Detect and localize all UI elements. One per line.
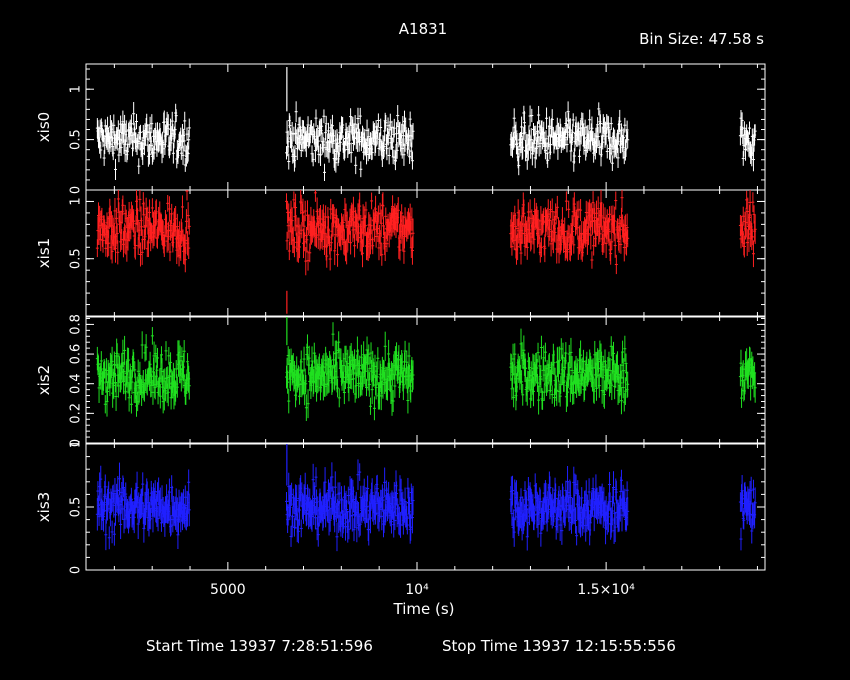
light-curve-plot: A1831 Bin Size: 47.58 s 0 0.5 1 xis0 0.5 1 xis… <box>35 20 766 655</box>
y-axis-label: xis2 <box>35 365 53 395</box>
y-tick-label: 0.6 <box>69 344 84 365</box>
y-tick-label: 1 <box>69 197 84 205</box>
panels: 00.51xis00.51xis100.20.40.60.8xis200.51x… <box>35 63 766 574</box>
y-tick-label: 0 <box>69 566 84 574</box>
y-tick-label: 0.5 <box>69 129 84 150</box>
y-tick-label: 0.5 <box>69 248 84 269</box>
y-tick-label: 0.4 <box>69 373 84 394</box>
panel-xis0: 0 0.5 1 xis0 <box>35 63 766 194</box>
panel-frame <box>85 63 766 191</box>
y-tick-label: 0.2 <box>69 403 84 424</box>
bin-size-label: Bin Size: 47.58 s <box>639 30 764 48</box>
y-axis-label: xis0 <box>35 112 53 142</box>
y-axis-label: xis3 <box>35 492 53 522</box>
series-xis1 <box>95 190 757 314</box>
y-tick-label: 0.8 <box>69 314 84 335</box>
y-tick-label: 1 <box>69 85 84 93</box>
y-tick-label: 0.5 <box>69 497 84 518</box>
y-tick-label: 1 <box>69 440 84 448</box>
panel-xis2: 00.20.40.60.8xis2 <box>35 314 766 447</box>
series-xis2 <box>95 317 757 421</box>
series-xis3 <box>95 444 757 552</box>
panel-xis1: 0.5 1 xis1 <box>35 189 766 317</box>
panel-xis3: 0 0.5 1 xis3 <box>35 440 766 574</box>
y-axis-label: xis1 <box>35 238 53 268</box>
series-xis0 <box>95 67 757 182</box>
chart-title: A1831 <box>399 20 447 38</box>
y-tick-label: 0 <box>69 186 84 194</box>
